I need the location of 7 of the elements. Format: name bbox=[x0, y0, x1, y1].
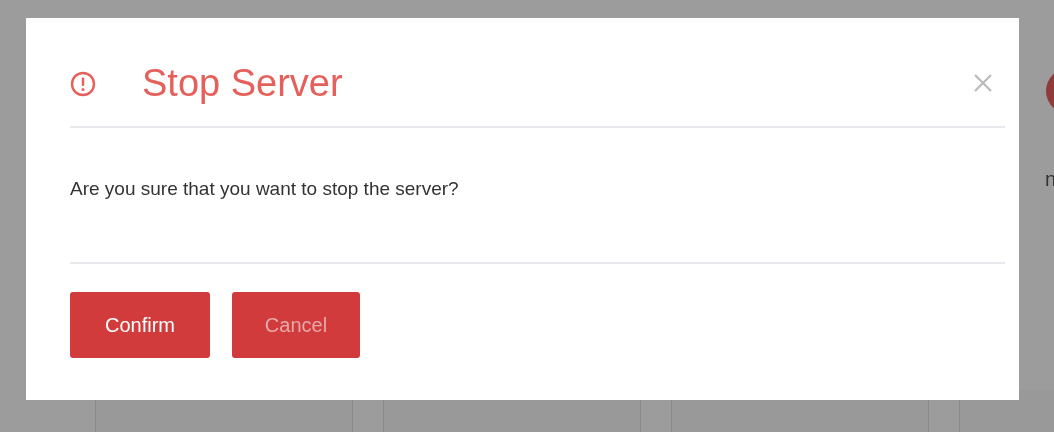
warning-icon bbox=[70, 71, 96, 97]
dialog-title: Stop Server bbox=[142, 61, 344, 105]
dialog-button[interactable]: Cancel bbox=[232, 292, 360, 358]
close-icon[interactable] bbox=[973, 73, 993, 93]
dialog-button[interactable]: Confirm bbox=[70, 292, 210, 358]
dialog-message: Are you sure that you want to stop the server? bbox=[70, 178, 459, 200]
partial-text: n bbox=[1045, 168, 1054, 191]
